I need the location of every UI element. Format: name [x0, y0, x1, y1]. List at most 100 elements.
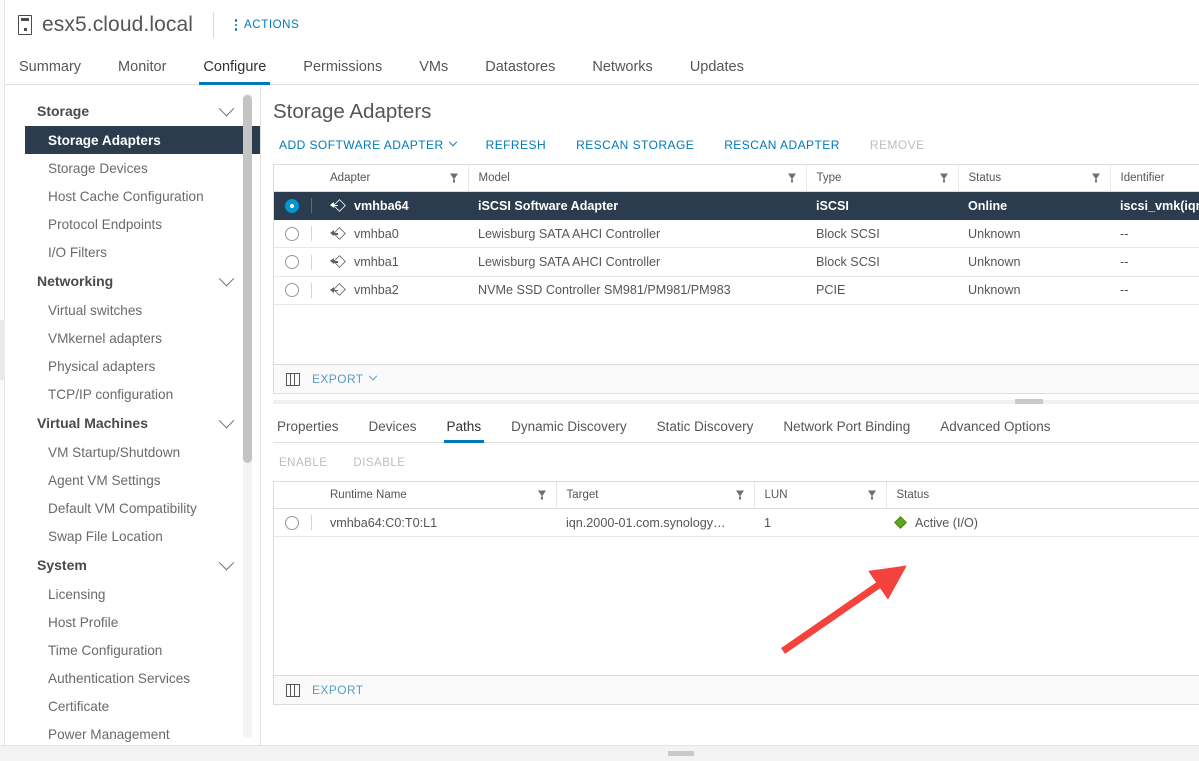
sidebar-item-power-management[interactable]: Power Management [5, 720, 260, 745]
column-header-type[interactable]: Type [806, 165, 958, 192]
adapter-name: vmhba64 [354, 199, 409, 213]
tab-datastores[interactable]: Datastores [485, 59, 555, 84]
tab-updates[interactable]: Updates [690, 59, 744, 84]
column-header-identifier[interactable]: Identifier [1110, 165, 1199, 192]
splitter-bar [273, 400, 1199, 404]
row-select-cell[interactable] [274, 509, 320, 537]
toolbar-label: REMOVE [870, 138, 925, 152]
sidebar-item-host-cache-configuration[interactable]: Host Cache Configuration [5, 182, 260, 210]
actions-menu-button[interactable]: ACTIONS [231, 19, 299, 31]
table-row[interactable]: vmhba0Lewisburg SATA AHCI ControllerBloc… [274, 220, 1199, 248]
detail-tab-properties[interactable]: Properties [277, 419, 339, 442]
cell-divider [311, 226, 312, 241]
toolbar-label: ADD SOFTWARE ADAPTER [279, 138, 444, 152]
sidebar-item-storage-adapters[interactable]: Storage Adapters [25, 126, 260, 154]
column-header-label: Adapter [330, 172, 370, 184]
table-row[interactable]: vmhba2NVMe SSD Controller SM981/PM981/PM… [274, 276, 1199, 304]
row-radio-button[interactable] [285, 516, 299, 530]
enable-path-button: ENABLE [279, 457, 327, 469]
sidebar-group-label: Virtual Machines [37, 415, 148, 431]
table-row[interactable]: vmhba1Lewisburg SATA AHCI ControllerBloc… [274, 248, 1199, 276]
splitter-grip[interactable] [1015, 399, 1043, 404]
column-header-adapter[interactable]: Adapter [320, 165, 468, 192]
chevron-down-icon [219, 100, 235, 116]
cell-status: Unknown [958, 276, 1110, 304]
detail-tab-devices[interactable]: Devices [369, 419, 417, 442]
row-radio-button[interactable] [285, 283, 299, 297]
tab-configure[interactable]: Configure [203, 59, 266, 84]
refresh-button[interactable]: REFRESH [486, 138, 547, 152]
row-select-cell[interactable] [274, 276, 320, 304]
filter-icon[interactable] [1092, 174, 1101, 183]
export-paths-button[interactable]: EXPORT [312, 683, 364, 697]
row-radio-button[interactable] [285, 199, 299, 213]
sidebar-group-system[interactable]: System [5, 550, 260, 580]
sidebar-item-tcp-ip-configuration[interactable]: TCP/IP configuration [5, 380, 260, 408]
row-select-cell[interactable] [274, 248, 320, 276]
tab-networks[interactable]: Networks [592, 59, 652, 84]
filter-icon[interactable] [868, 491, 877, 500]
detail-tab-dynamic-discovery[interactable]: Dynamic Discovery [511, 419, 627, 442]
detail-tab-advanced-options[interactable]: Advanced Options [940, 419, 1050, 442]
sidebar-group-storage[interactable]: Storage [5, 96, 260, 126]
detail-tab-network-port-binding[interactable]: Network Port Binding [783, 419, 910, 442]
host-icon [17, 15, 33, 35]
filter-icon[interactable] [788, 174, 797, 183]
columns-icon[interactable] [286, 373, 300, 386]
cell-runtime-name: vmhba64:C0:T0:L1 [320, 509, 556, 537]
configure-sidebar: StorageStorage AdaptersStorage DevicesHo… [5, 86, 261, 745]
adapters-table: Adapter ModelTypeStatus Identifier vmhba64… [274, 165, 1199, 305]
column-header-label: Identifier [1121, 172, 1165, 184]
sidebar-item-default-vm-compatibility[interactable]: Default VM Compatibility [5, 494, 260, 522]
add-software-adapter-button[interactable]: ADD SOFTWARE ADAPTER [279, 138, 456, 152]
column-header-lun[interactable]: LUN [754, 482, 886, 509]
sidebar-scrollbar-thumb[interactable] [243, 95, 252, 463]
sidebar-item-storage-devices[interactable]: Storage Devices [5, 154, 260, 182]
column-header-status[interactable]: Status [958, 165, 1110, 192]
tab-summary[interactable]: Summary [19, 59, 81, 84]
column-header-target[interactable]: Target [556, 482, 754, 509]
sidebar-group-networking[interactable]: Networking [5, 266, 260, 296]
bottom-strip-grip[interactable] [668, 751, 694, 756]
horizontal-splitter[interactable] [273, 394, 1199, 410]
detail-tab-paths[interactable]: Paths [447, 419, 482, 442]
sidebar-group-virtual-machines[interactable]: Virtual Machines [5, 408, 260, 438]
sidebar-item-licensing[interactable]: Licensing [5, 580, 260, 608]
row-select-cell[interactable] [274, 220, 320, 248]
sidebar-item-certificate[interactable]: Certificate [5, 692, 260, 720]
sidebar-item-vmkernel-adapters[interactable]: VMkernel adapters [5, 324, 260, 352]
sidebar-item-physical-adapters[interactable]: Physical adapters [5, 352, 260, 380]
sidebar-item-vm-startup-shutdown[interactable]: VM Startup/Shutdown [5, 438, 260, 466]
tab-monitor[interactable]: Monitor [118, 59, 166, 84]
rescan-storage-button[interactable]: RESCAN STORAGE [576, 138, 694, 152]
table-row[interactable]: vmhba64iSCSI Software AdapteriSCSIOnline… [274, 192, 1199, 220]
filter-icon[interactable] [450, 174, 459, 183]
detail-tab-static-discovery[interactable]: Static Discovery [657, 419, 754, 442]
adapters-toolbar: ADD SOFTWARE ADAPTER REFRESH RESCAN STORAG… [273, 124, 1199, 164]
column-header-model[interactable]: Model [468, 165, 806, 192]
tab-permissions[interactable]: Permissions [303, 59, 382, 84]
sidebar-item-agent-vm-settings[interactable]: Agent VM Settings [5, 466, 260, 494]
row-radio-button[interactable] [285, 255, 299, 269]
sidebar-item-authentication-services[interactable]: Authentication Services [5, 664, 260, 692]
filter-icon[interactable] [940, 174, 949, 183]
rescan-adapter-button[interactable]: RESCAN ADAPTER [724, 138, 840, 152]
tab-vms[interactable]: VMs [419, 59, 448, 84]
export-adapters-button[interactable]: EXPORT [312, 372, 376, 386]
column-header-label: Status [897, 489, 930, 501]
filter-icon[interactable] [538, 491, 547, 500]
row-radio-button[interactable] [285, 227, 299, 241]
table-row[interactable]: vmhba64:C0:T0:L1iqn.2000-01.com.synology… [274, 509, 1199, 537]
columns-icon[interactable] [286, 684, 300, 697]
row-select-cell[interactable] [274, 192, 320, 220]
filter-icon[interactable] [736, 491, 745, 500]
sidebar-item-virtual-switches[interactable]: Virtual switches [5, 296, 260, 324]
sidebar-item-host-profile[interactable]: Host Profile [5, 608, 260, 636]
sidebar-item-time-configuration[interactable]: Time Configuration [5, 636, 260, 664]
column-header-runtime-name[interactable]: Runtime Name [320, 482, 556, 509]
adapter-name: vmhba0 [354, 227, 399, 241]
column-header-status[interactable]: Status [886, 482, 1199, 509]
sidebar-item-i-o-filters[interactable]: I/O Filters [5, 238, 260, 266]
sidebar-item-swap-file-location[interactable]: Swap File Location [5, 522, 260, 550]
sidebar-item-protocol-endpoints[interactable]: Protocol Endpoints [5, 210, 260, 238]
